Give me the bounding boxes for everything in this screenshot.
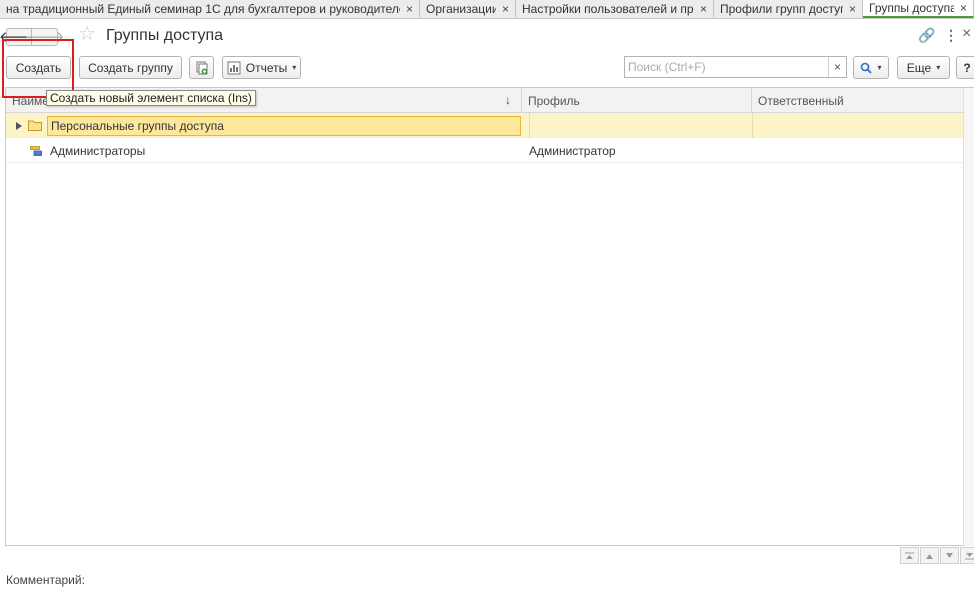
create-button-label: Создать [15,60,62,75]
close-icon[interactable]: × [502,2,509,16]
scroll-up-icon[interactable] [920,547,939,564]
tab-label: Группы доступа [869,1,954,15]
copy-button[interactable] [189,56,214,79]
help-button[interactable]: ? [956,56,974,79]
row-name: Администраторы [50,143,146,158]
column-header-label: Ответственный [758,93,844,108]
clear-icon[interactable]: × [828,57,846,77]
command-bar: Создать Создать группу Отчеты ▾ × ▾ [0,53,974,83]
tab-label: Профили групп доступа [720,2,843,16]
close-icon[interactable]: × [406,2,413,16]
more-button[interactable]: Еще ▾ [897,56,950,79]
more-button-label: Еще [906,60,932,75]
tab-organizations[interactable]: Организации × [420,0,516,18]
search-button[interactable]: ▾ [853,56,889,79]
create-group-button[interactable]: Создать группу [79,56,182,79]
comment-label: Комментарий: [6,573,85,587]
table-row[interactable]: Персональные группы доступа [6,113,974,138]
row-profile-cell [529,113,759,138]
folder-icon [28,120,42,131]
row-name-cell[interactable]: Персональные группы доступа [47,116,521,136]
row-name: Персональные группы доступа [51,119,224,133]
more-vertical-icon[interactable]: ⋮ [944,28,958,42]
forward-button[interactable]: 🡒 [24,28,65,46]
create-button-tooltip: Создать новый элемент списка (Ins) [46,90,256,106]
sort-descending-icon: ↓ [505,93,511,107]
favorite-star-icon[interactable]: ☆ [78,24,96,44]
tab-access-group-profiles[interactable]: Профили групп доступа × [714,0,863,18]
scroll-down-icon[interactable] [940,547,959,564]
tooltip-text: Создать новый элемент списка (Ins) [50,91,252,105]
list-scroll-buttons [900,547,974,564]
link-icon[interactable]: 🔗 [918,28,935,42]
copy-document-icon [196,61,207,74]
tab-label: на традиционный Единый семинар 1С для бу… [6,2,400,16]
row-profile-cell: Администратор [529,138,616,163]
table-row[interactable]: Администраторы Администратор [6,138,974,163]
tab-user-settings[interactable]: Настройки пользователей и прав × [516,0,714,18]
expand-triangle-icon[interactable] [16,122,22,130]
search-input[interactable] [625,57,828,77]
access-groups-table: Наименование ↓ Профиль Ответственный Пер… [5,87,974,546]
row-name-cell: Администраторы [50,138,145,163]
scroll-bottom-icon[interactable] [960,547,974,564]
row-profile: Администратор [529,143,616,158]
create-button[interactable]: Создать [6,56,71,79]
column-header-profile[interactable]: Профиль [522,88,752,113]
row-responsible-cell [752,113,974,138]
tab-seminar[interactable]: на традиционный Единый семинар 1С для бу… [0,0,420,18]
vertical-scrollbar[interactable] [963,88,974,546]
help-button-label: ? [963,60,971,75]
column-header-label: Профиль [528,93,580,108]
arrow-right-icon: 🡒 [24,28,65,46]
form-header: 🡐 🡒 ☆ Группы доступа 🔗 ⋮ × [0,19,974,53]
tab-label: Организации [426,2,496,16]
tab-label: Настройки пользователей и прав [522,2,694,16]
chevron-down-icon: ▾ [936,63,941,72]
search-icon [861,62,873,74]
reports-button[interactable]: Отчеты ▾ [222,56,301,79]
create-group-button-label: Создать группу [88,60,173,75]
group-element-icon [30,146,42,156]
tab-strip: на традиционный Единый семинар 1С для бу… [0,0,974,19]
page-title: Группы доступа [106,27,224,44]
scroll-top-icon[interactable] [900,547,919,564]
close-icon[interactable]: × [700,2,707,16]
reports-button-label: Отчеты [245,60,288,75]
close-icon[interactable]: × [962,26,971,42]
close-icon[interactable]: × [849,2,856,16]
chevron-down-icon: ▾ [292,63,297,72]
search-box: × [624,56,847,78]
tab-access-groups[interactable]: Группы доступа × [863,0,974,18]
chevron-down-icon: ▾ [877,63,882,72]
close-icon[interactable]: × [960,1,967,15]
report-chart-icon [227,61,241,74]
column-header-responsible[interactable]: Ответственный [752,88,974,113]
